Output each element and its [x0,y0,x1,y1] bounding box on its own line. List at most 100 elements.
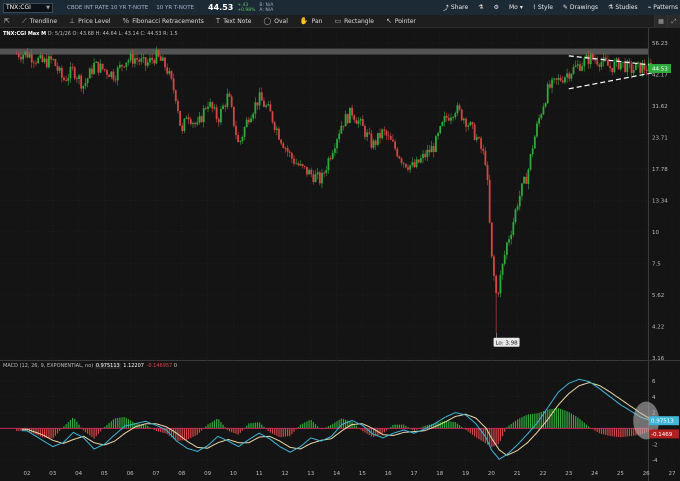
candle-body [329,158,332,160]
aggregation-selector[interactable]: Mo ▾ [509,4,523,11]
candle-body [318,172,321,184]
gear-button[interactable]: ⚙ [494,4,499,11]
time-tick-label: 22 [540,471,547,477]
candle-body [510,234,513,240]
last-price-tag: 44.53 [652,67,668,73]
candle-body [484,150,487,165]
candle-body [314,174,317,183]
time-tick-label: 02 [24,471,31,477]
fibonacci-label: Fibonacci Retracements [132,17,204,25]
candle-body [91,68,93,74]
candle-body [136,58,138,60]
trendline-icon: ⟋ [21,16,27,25]
symbol-header-bar: TNX:CGI ▼ CBOE INT RATE 10 YR T-NOTE 10 … [0,0,680,15]
time-tick-label: 14 [333,471,340,477]
candle-body [435,136,437,152]
pointer-tool[interactable]: ↖ Pointer [386,17,416,25]
candle-body [192,122,194,124]
candle-body [411,162,414,166]
price-level-tool[interactable]: ⊥ Price Level [69,17,111,25]
panel-buttons: ▦ ⤢ [654,15,680,28]
macd-info: MACD (12, 26, 9, EXPONENTIAL, no) 0.9751… [3,363,177,369]
price-level-icon: ⊥ [69,17,76,25]
patterns-button[interactable]: ⌁ Patterns [648,4,678,11]
chart-info: TNX:CGI Max M D: 5/1/26 O: 43.68 H: 44.6… [3,31,178,37]
candle-body [374,140,377,145]
oval-icon: ◯ [263,17,272,25]
style-button[interactable]: ⌇ Style [533,4,553,11]
fibonacci-tool[interactable]: % Fibonacci Retracements [123,17,204,25]
candle-body [170,71,173,79]
candle-body [518,195,521,207]
candle-body [71,66,74,68]
candle-body [103,69,106,71]
patterns-label: Patterns [653,4,678,11]
studies-label: Studies [615,4,638,11]
candle-body [344,114,347,127]
maximize-button[interactable]: ⤢ [667,15,680,28]
candle-body [493,256,495,276]
macd-diff-tag: -0.1469 [651,432,673,438]
candle-body [153,60,156,64]
patterns-icon: ⌁ [647,4,652,11]
cursor-tool[interactable]: ⇱ [4,17,10,25]
flask-button[interactable]: ⚗ [478,4,483,11]
drawings-button[interactable]: ✎ Drawings [563,4,598,11]
candle-body [450,117,452,121]
share-button[interactable]: ⤴ Share [443,3,468,12]
candle-body [293,158,295,164]
rectangle-tool[interactable]: ▭ Rectangle [334,17,374,25]
candle-body [607,60,609,66]
candle-body [443,115,446,123]
candle-body [396,148,399,157]
chart-grid [0,28,680,481]
oval-tool[interactable]: ◯ Oval [263,17,287,25]
symbol-selector[interactable]: TNX:CGI ▼ [3,2,53,13]
flask-icon: ⚗ [608,4,614,11]
candle-body [50,56,52,60]
candle-body [548,84,551,88]
candle-body [45,58,48,68]
layout-button[interactable]: ▦ [654,15,667,28]
chevron-down-icon: ▾ [519,4,523,11]
candle-body [576,64,579,66]
candle-body [622,61,624,63]
trendline-tool[interactable]: ⟋ Trendline [22,17,57,26]
macd-zero: 0 [173,363,178,369]
candle-body [559,77,562,81]
candle-body [185,117,188,119]
candle-body [598,64,601,67]
candle-body [30,54,33,63]
candle-body [196,122,199,125]
gear-icon: ⚙ [493,4,499,11]
candle-body [321,172,323,184]
candle-body [220,109,222,123]
candle-body [80,75,83,89]
candle-body [157,50,160,57]
time-tick-label: 17 [411,471,418,477]
candle-body [392,139,394,142]
pan-tool[interactable]: ✋ Pan [300,17,323,25]
candle-body [280,139,283,144]
candle-body [202,108,205,123]
time-tick-label: 12 [282,471,289,477]
price-level-label: Price Level [78,17,111,25]
candle-body [97,61,100,73]
candle-body [349,107,351,124]
candle-body [561,80,564,83]
studies-button[interactable]: ⚗ Studies [608,4,638,11]
candle-body [581,66,584,71]
candle-body [149,57,151,63]
candle-body [207,106,209,109]
trendline-label: Trendline [29,17,58,25]
fibonacci-icon: % [122,17,130,25]
oval-label: Oval [274,17,288,25]
text-note-tool[interactable]: T Text Note [216,17,252,25]
price-chart[interactable]: Lo: 3.98 56.23 42.17 31.62 23.71 17.78 13.34 1… [0,28,680,481]
bar-open: O: 43.68 [72,31,94,37]
bar-low: L: 43.14 [118,31,139,37]
macd-tick-label: 6 [652,379,656,385]
candle-body [228,93,231,97]
candle-body [490,222,493,257]
flask-icon: ⚗ [478,4,484,11]
